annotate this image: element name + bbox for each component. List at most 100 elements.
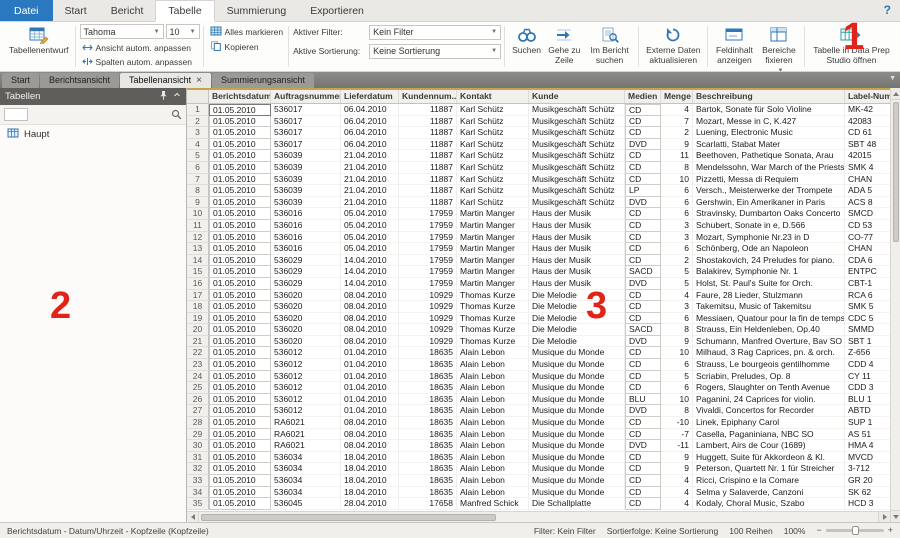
cell-label[interactable]: BLU 1	[845, 394, 890, 406]
cell-auftragsnummer[interactable]: 536029	[271, 255, 341, 267]
row-number[interactable]: 35	[187, 498, 209, 510]
cell-berichtsdatum[interactable]: 01.05.2010	[209, 313, 271, 325]
cell-medien[interactable]: CD	[625, 301, 661, 313]
cell-kundennummer[interactable]: 11887	[399, 116, 457, 128]
cell-kunde[interactable]: Musique du Monde	[529, 359, 625, 371]
cell-auftragsnummer[interactable]: 536020	[271, 290, 341, 302]
cell-kunde[interactable]: Musikgeschäft Schütz	[529, 104, 625, 116]
cell-kontakt[interactable]: Alain Lebon	[457, 347, 529, 359]
cell-kontakt[interactable]: Martin Manger	[457, 243, 529, 255]
cell-medien[interactable]: CD	[625, 208, 661, 220]
cell-auftragsnummer[interactable]: 536020	[271, 336, 341, 348]
cell-auftragsnummer[interactable]: 536039	[271, 185, 341, 197]
cell-kontakt[interactable]: Alain Lebon	[457, 371, 529, 383]
close-tab-icon[interactable]: ×	[196, 76, 202, 86]
cell-kontakt[interactable]: Alain Lebon	[457, 452, 529, 464]
cell-menge[interactable]: 2	[661, 255, 693, 267]
cell-kunde[interactable]: Die Melodie	[529, 313, 625, 325]
zoom-slider-thumb[interactable]	[852, 526, 859, 535]
row-number[interactable]: 20	[187, 324, 209, 336]
cell-beschreibung[interactable]: Kodaly, Choral Music, Szabo	[693, 498, 845, 510]
goto-row-button[interactable]: Gehe zu Zeile	[544, 24, 585, 67]
cell-kontakt[interactable]: Thomas Kurze	[457, 290, 529, 302]
cell-auftragsnummer[interactable]: 536017	[271, 127, 341, 139]
search-button[interactable]: Suchen	[509, 24, 544, 58]
cell-lieferdatum[interactable]: 08.04.2010	[341, 429, 399, 441]
cell-kundennummer[interactable]: 10929	[399, 290, 457, 302]
cell-kontakt[interactable]: Thomas Kurze	[457, 313, 529, 325]
cell-menge[interactable]: 6	[661, 185, 693, 197]
cell-berichtsdatum[interactable]: 01.05.2010	[209, 208, 271, 220]
cell-kundennummer[interactable]: 10929	[399, 313, 457, 325]
font-size-select[interactable]: 10 ▼	[166, 24, 200, 39]
cell-lieferdatum[interactable]: 05.04.2010	[341, 208, 399, 220]
cell-kundennummer[interactable]: 18635	[399, 394, 457, 406]
cell-menge[interactable]: 3	[661, 220, 693, 232]
cell-medien[interactable]: DVD	[625, 139, 661, 151]
cell-kunde[interactable]: Haus der Musik	[529, 232, 625, 244]
cell-kundennummer[interactable]: 17959	[399, 266, 457, 278]
cell-kontakt[interactable]: Alain Lebon	[457, 417, 529, 429]
row-number[interactable]: 7	[187, 174, 209, 186]
cell-medien[interactable]: CD	[625, 475, 661, 487]
row-number[interactable]: 8	[187, 185, 209, 197]
cell-berichtsdatum[interactable]: 01.05.2010	[209, 162, 271, 174]
cell-lieferdatum[interactable]: 06.04.2010	[341, 139, 399, 151]
cell-kundennummer[interactable]: 18635	[399, 371, 457, 383]
cell-medien[interactable]: CD	[625, 347, 661, 359]
cell-menge[interactable]: 7	[661, 116, 693, 128]
cell-lieferdatum[interactable]: 08.04.2010	[341, 313, 399, 325]
cell-kontakt[interactable]: Alain Lebon	[457, 440, 529, 452]
cell-kontakt[interactable]: Karl Schütz	[457, 127, 529, 139]
cell-auftragsnummer[interactable]: RA6021	[271, 440, 341, 452]
cell-kundennummer[interactable]: 18635	[399, 487, 457, 499]
cell-kontakt[interactable]: Martin Manger	[457, 232, 529, 244]
row-number[interactable]: 16	[187, 278, 209, 290]
cell-kunde[interactable]: Musikgeschäft Schütz	[529, 197, 625, 209]
cell-menge[interactable]: 8	[661, 405, 693, 417]
view-tab-tabellenansicht[interactable]: Tabellenansicht ×	[120, 73, 211, 88]
cell-menge[interactable]: 3	[661, 301, 693, 313]
cell-medien[interactable]: CD	[625, 359, 661, 371]
tab-exportieren[interactable]: Exportieren	[298, 0, 376, 21]
cell-label[interactable]: SUP 1	[845, 417, 890, 429]
cell-medien[interactable]: CD	[625, 498, 661, 510]
cell-kunde[interactable]: Musique du Monde	[529, 429, 625, 441]
cell-beschreibung[interactable]: Balakirev, Symphonie Nr. 1	[693, 266, 845, 278]
zoom-out-icon[interactable]: −	[816, 526, 821, 535]
cell-beschreibung[interactable]: Linek, Epiphany Carol	[693, 417, 845, 429]
cell-medien[interactable]: DVD	[625, 336, 661, 348]
cell-kundennummer[interactable]: 17959	[399, 232, 457, 244]
cell-kontakt[interactable]: Martin Manger	[457, 220, 529, 232]
cell-label[interactable]: CDA 6	[845, 255, 890, 267]
cell-medien[interactable]: DVD	[625, 278, 661, 290]
cell-medien[interactable]: CD	[625, 104, 661, 116]
cell-label[interactable]: SK 62	[845, 487, 890, 499]
cell-label[interactable]: CDD 3	[845, 382, 890, 394]
cell-kunde[interactable]: Die Melodie	[529, 324, 625, 336]
cell-auftragsnummer[interactable]: 536012	[271, 371, 341, 383]
help-icon[interactable]: ?	[884, 3, 891, 17]
pin-icon[interactable]	[159, 90, 168, 103]
cell-menge[interactable]: 9	[661, 336, 693, 348]
cell-auftragsnummer[interactable]: 536020	[271, 324, 341, 336]
table-corner-cell[interactable]	[187, 90, 209, 103]
cell-auftragsnummer[interactable]: 536012	[271, 405, 341, 417]
row-number[interactable]: 34	[187, 487, 209, 499]
cell-kunde[interactable]: Musique du Monde	[529, 347, 625, 359]
tab-bericht[interactable]: Bericht	[99, 0, 156, 21]
row-number[interactable]: 15	[187, 266, 209, 278]
cell-kunde[interactable]: Haus der Musik	[529, 208, 625, 220]
row-number[interactable]: 1	[187, 104, 209, 116]
row-number[interactable]: 12	[187, 232, 209, 244]
cell-berichtsdatum[interactable]: 01.05.2010	[209, 197, 271, 209]
cell-medien[interactable]: CD	[625, 487, 661, 499]
cell-auftragsnummer[interactable]: 536039	[271, 197, 341, 209]
show-field-content-button[interactable]: Feldinhalt anzeigen	[712, 24, 757, 67]
cell-menge[interactable]: 4	[661, 487, 693, 499]
cell-kunde[interactable]: Haus der Musik	[529, 255, 625, 267]
row-number[interactable]: 22	[187, 347, 209, 359]
cell-kunde[interactable]: Die Melodie	[529, 336, 625, 348]
cell-label[interactable]: ACS 8	[845, 197, 890, 209]
cell-medien[interactable]: CD	[625, 220, 661, 232]
